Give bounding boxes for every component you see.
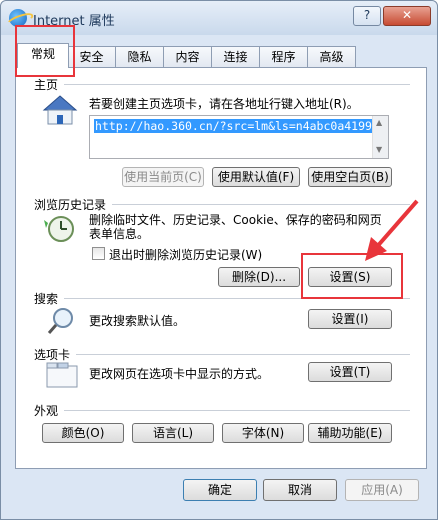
scroll-down-icon[interactable]: ▼	[376, 145, 382, 154]
divider	[64, 410, 410, 411]
red-arrow-icon	[365, 199, 419, 261]
internet-options-window: Internet 属性 ? ✕ 常规 安全 隐私 内容 连接 程序 高级 主页 …	[0, 0, 438, 520]
delete-history-button[interactable]: 删除(D)...	[218, 267, 300, 287]
divider	[64, 84, 410, 85]
tabs-settings-button[interactable]: 设置(T)	[308, 362, 392, 382]
homepage-description: 若要创建主页选项卡，请在各地址行键入地址(R)。	[89, 97, 359, 111]
divider	[76, 354, 410, 355]
scroll-up-icon[interactable]: ▲	[376, 118, 382, 127]
colors-button[interactable]: 颜色(O)	[42, 423, 124, 443]
help-button[interactable]: ?	[353, 6, 381, 26]
fonts-button[interactable]: 字体(N)	[222, 423, 304, 443]
tab-programs[interactable]: 程序	[259, 46, 308, 67]
tabs-section-title: 选项卡	[34, 348, 71, 362]
languages-button[interactable]: 语言(L)	[132, 423, 214, 443]
use-current-button[interactable]: 使用当前页(C)	[122, 167, 204, 187]
tabs-description: 更改网页在选项卡中显示的方式。	[89, 367, 270, 381]
tab-general[interactable]: 常规	[17, 43, 69, 68]
home-icon	[42, 95, 78, 125]
url-scrollbar[interactable]: ▲ ▼	[372, 116, 388, 158]
tabs-window-icon	[46, 362, 78, 388]
magnifier-icon	[47, 308, 73, 334]
history-clock-icon	[44, 216, 74, 242]
tab-privacy[interactable]: 隐私	[115, 46, 164, 67]
tab-connections[interactable]: 连接	[211, 46, 260, 67]
homepage-url-value: http://hao.360.cn/?src=lm&ls=n4abc0a4199	[94, 119, 373, 133]
ok-button[interactable]: 确定	[183, 479, 257, 501]
use-default-button[interactable]: 使用默认值(F)	[212, 167, 300, 187]
homepage-section-title: 主页	[34, 78, 59, 92]
history-description-line2: 表单信息。	[89, 227, 150, 241]
delete-on-exit-checkbox[interactable]	[92, 247, 105, 260]
use-blank-button[interactable]: 使用空白页(B)	[308, 167, 392, 187]
search-settings-button[interactable]: 设置(I)	[308, 309, 392, 329]
tab-advanced[interactable]: 高级	[307, 46, 356, 67]
tab-strip: 常规 安全 隐私 内容 连接 程序 高级	[15, 43, 425, 68]
appearance-section-title: 外观	[34, 404, 59, 418]
search-section-title: 搜索	[34, 292, 59, 306]
delete-on-exit-label[interactable]: 退出时删除浏览历史记录(W)	[109, 246, 262, 263]
homepage-url-textarea[interactable]: http://hao.360.cn/?src=lm&ls=n4abc0a4199…	[89, 115, 389, 159]
search-description: 更改搜索默认值。	[89, 314, 186, 328]
cancel-button[interactable]: 取消	[263, 479, 337, 501]
tab-content[interactable]: 内容	[163, 46, 212, 67]
close-button[interactable]: ✕	[383, 6, 431, 26]
accessibility-button[interactable]: 辅助功能(E)	[308, 423, 392, 443]
apply-button[interactable]: 应用(A)	[345, 479, 419, 501]
